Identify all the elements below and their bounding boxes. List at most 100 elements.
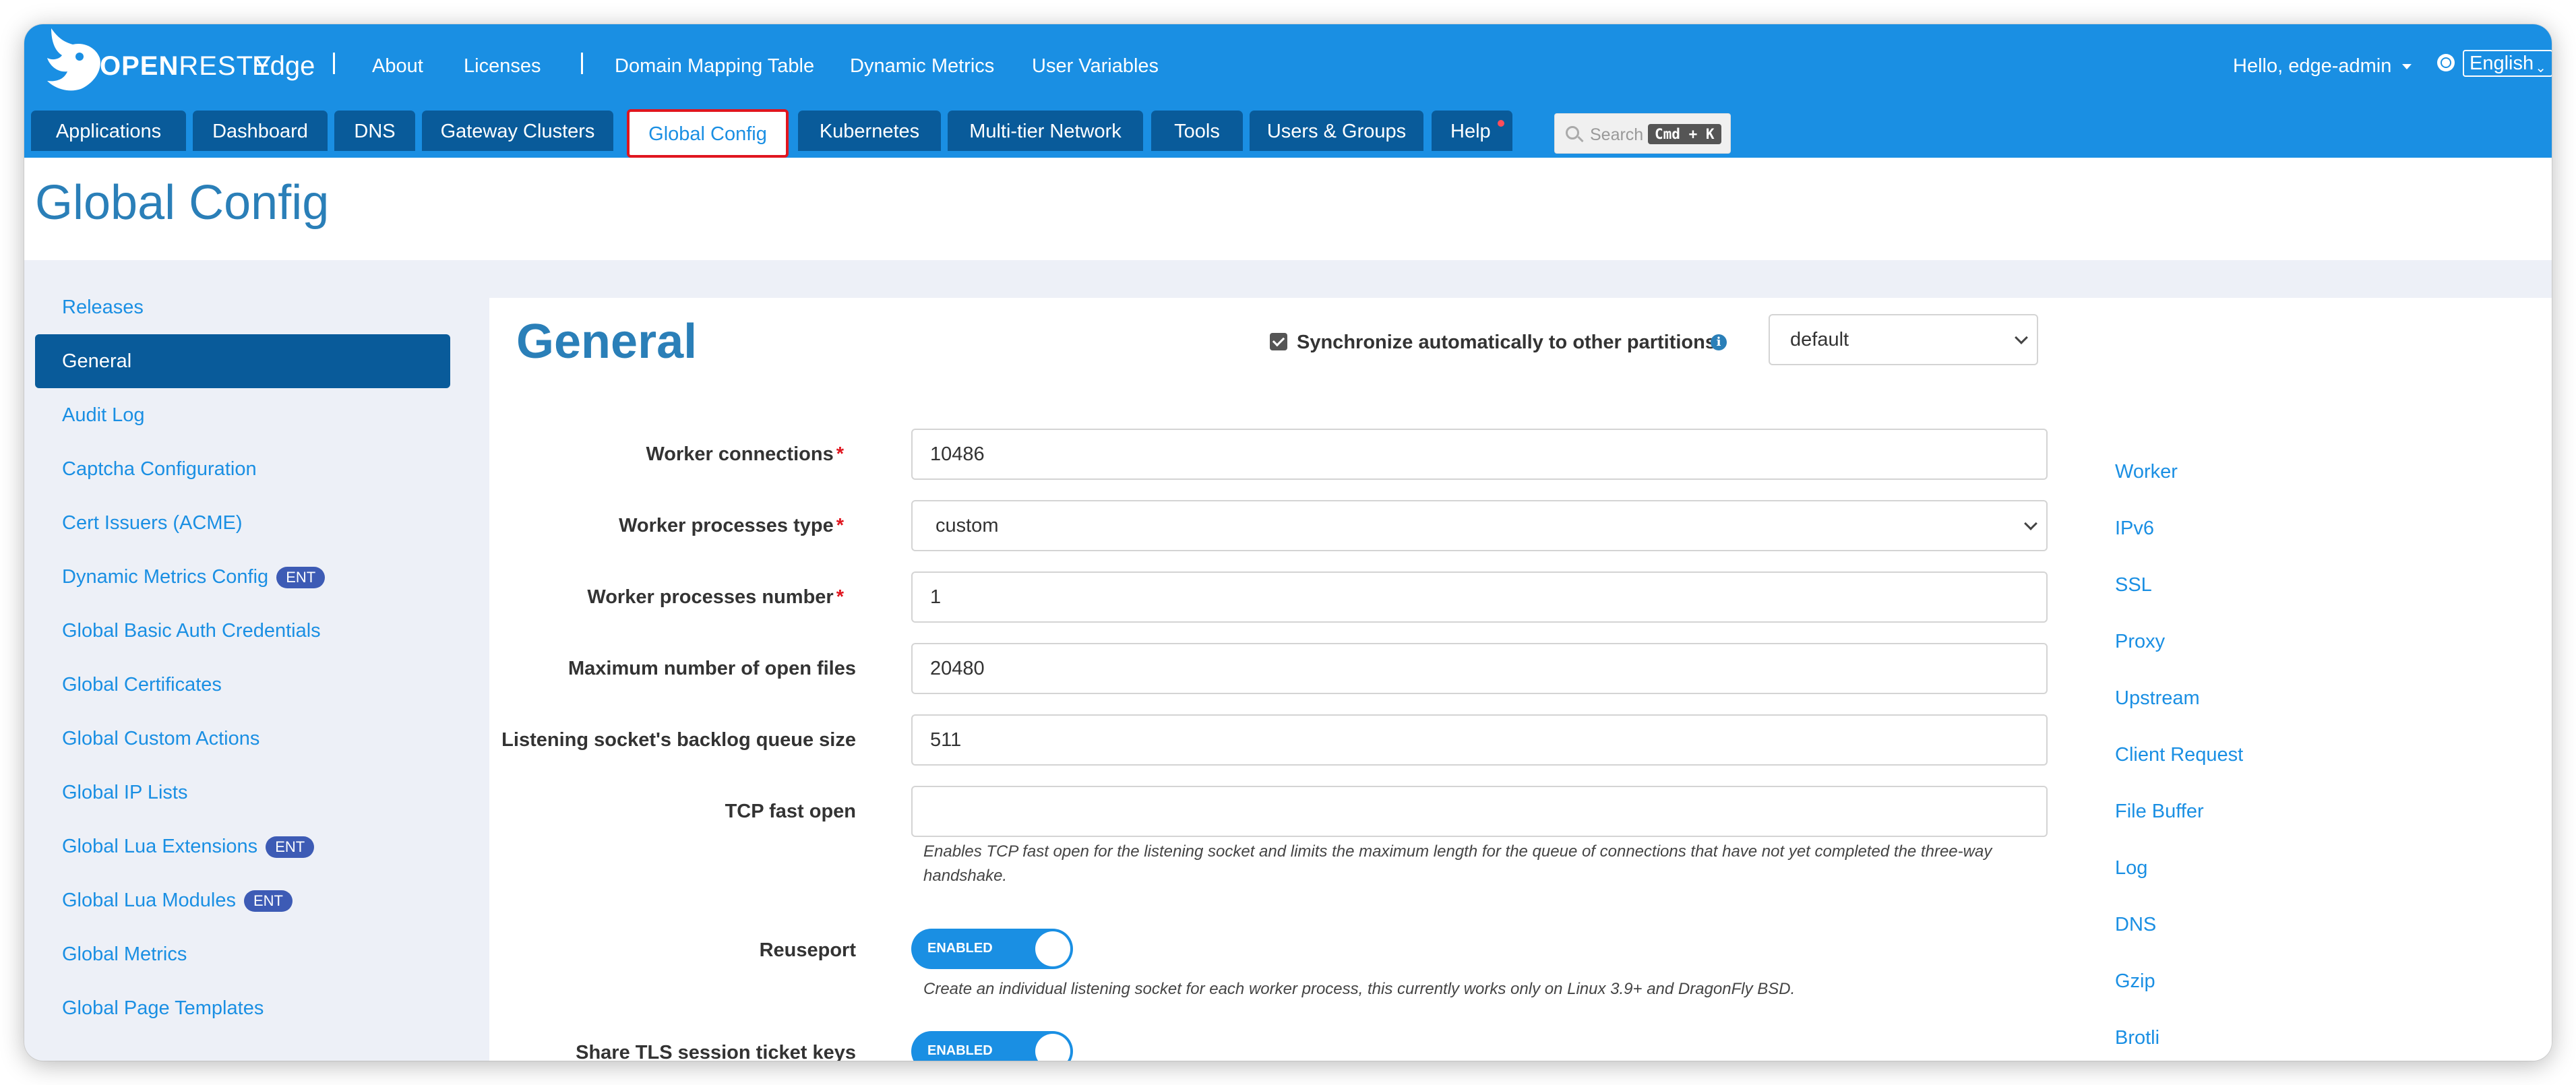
tab-users-groups[interactable]: Users & Groups [1250,111,1423,151]
required-marker: * [836,515,844,536]
tab-tools[interactable]: Tools [1151,111,1243,151]
toggle-label: ENABLED [927,941,993,956]
language-select[interactable]: English ⌄ [2463,50,2552,77]
logo-wordmark: OPENRESTY [100,51,272,81]
sidebar: Releases General Audit Log Captcha Confi… [24,260,489,1061]
sidebar-item-captcha-configuration[interactable]: Captcha Configuration [35,442,450,496]
tab-kubernetes[interactable]: Kubernetes [798,111,941,151]
page-title: Global Config [35,176,330,230]
tab-dashboard[interactable]: Dashboard [193,111,328,151]
sidebar-item-releases[interactable]: Releases [35,280,450,334]
nav-user-variables[interactable]: User Variables [1032,55,1159,78]
sidebar-item-global-lua-extensions[interactable]: Global Lua Extensions ENT [35,819,450,873]
sidebar-item-global-custom-actions[interactable]: Global Custom Actions [35,712,450,766]
logo-product-name: Edge [252,51,315,81]
top-header: OPENRESTY Edge About Licenses Domain Map… [24,24,2552,158]
help-text: Enables TCP fast open for the listening … [923,842,1992,885]
tab-global-config[interactable]: Global Config [627,109,789,158]
tab-dns[interactable]: DNS [334,111,415,151]
nav-separator [333,53,335,74]
anchor-log[interactable]: Log [2115,857,2147,879]
search-icon [1566,126,1579,140]
chevron-down-icon: ⌄ [2535,61,2546,75]
partition-select[interactable]: default [1769,314,2038,365]
sidebar-item-global-ip-lists[interactable]: Global IP Lists [35,766,450,819]
toggle-label: ENABLED [927,1043,993,1058]
anchor-file-buffer[interactable]: File Buffer [2115,801,2204,823]
field-label: Worker processes number * [587,586,844,608]
tab-applications[interactable]: Applications [31,111,186,151]
nav-dynamic-metrics[interactable]: Dynamic Metrics [850,55,994,78]
field-label: Share TLS session ticket keys [576,1042,856,1061]
ent-badge: ENT [243,890,293,912]
max-open-files-input[interactable]: 20480 [911,643,2048,694]
worker-connections-input[interactable]: 10486 [911,429,2048,480]
sidebar-item-global-page-templates[interactable]: Global Page Templates [35,981,450,1035]
general-panel: General Synchronize automatically to oth… [489,298,2552,1061]
anchor-proxy[interactable]: Proxy [2115,631,2165,653]
sync-checkbox[interactable] [1270,333,1287,350]
nav-domain-mapping-table[interactable]: Domain Mapping Table [615,55,814,78]
field-label: Worker connections * [646,443,844,465]
nav-about[interactable]: About [372,55,423,78]
field-label: Maximum number of open files [568,658,856,679]
partition-value: default [1790,329,1849,350]
anchor-brotli[interactable]: Brotli [2115,1027,2159,1049]
sidebar-item-label: Dynamic Metrics Config [62,566,269,588]
user-greeting: Hello, edge-admin [2233,55,2392,77]
required-marker: * [836,586,844,608]
reuseport-toggle[interactable]: ENABLED [911,929,1073,969]
language-value: English [2470,53,2534,74]
worker-processes-type-select[interactable]: custom [911,500,2048,551]
sidebar-item-global-metrics[interactable]: Global Metrics [35,927,450,981]
search-box[interactable]: Search Cmd + K [1554,113,1731,154]
anchor-client-request[interactable]: Client Request [2115,744,2243,766]
nav-separator [581,53,583,74]
section-title: General [516,315,698,369]
notification-dot [1498,120,1504,127]
field-label: Worker processes type * [619,515,844,536]
toggle-knob [1035,931,1070,966]
tab-multi-tier-network[interactable]: Multi-tier Network [948,111,1143,151]
anchor-gzip[interactable]: Gzip [2115,970,2155,993]
field-label: Reuseport [759,939,856,961]
globe-icon [2437,54,2455,71]
tab-help[interactable]: Help [1432,111,1512,151]
field-label: TCP fast open [725,801,856,822]
caret-down-icon [2402,64,2412,70]
nav-licenses[interactable]: Licenses [464,55,541,78]
anchor-ssl[interactable]: SSL [2115,574,2152,596]
help-text: Create an individual listening socket fo… [923,980,1796,998]
sidebar-item-global-basic-auth-credentials[interactable]: Global Basic Auth Credentials [35,604,450,658]
share-tls-toggle[interactable]: ENABLED [911,1031,1073,1061]
page-header: Global Config [24,158,2552,260]
ent-badge: ENT [276,567,326,589]
select-value: custom [936,515,999,536]
field-label: Listening socket's backlog queue size [501,729,856,751]
tab-gateway-clusters[interactable]: Gateway Clusters [422,111,613,151]
search-placeholder: Search [1590,125,1644,144]
openresty-logo[interactable]: OPENRESTY Edge [38,24,315,98]
backlog-queue-size-input[interactable]: 511 [911,714,2048,766]
anchor-upstream[interactable]: Upstream [2115,687,2200,710]
anchor-dns[interactable]: DNS [2115,914,2156,936]
user-menu[interactable]: Hello, edge-admin [2233,55,2412,78]
info-icon[interactable]: i [1711,334,1727,350]
sidebar-item-label: Global Lua Extensions [62,836,258,857]
tab-help-label: Help [1450,121,1491,142]
anchor-worker[interactable]: Worker [2115,461,2178,483]
sidebar-item-global-lua-modules[interactable]: Global Lua Modules ENT [35,873,450,927]
sidebar-item-cert-issuers[interactable]: Cert Issuers (ACME) [35,496,450,550]
anchor-ipv6[interactable]: IPv6 [2115,518,2154,540]
sidebar-item-audit-log[interactable]: Audit Log [35,388,450,442]
worker-processes-number-input[interactable]: 1 [911,571,2048,623]
sidebar-item-global-certificates[interactable]: Global Certificates [35,658,450,712]
sidebar-item-dynamic-metrics-config[interactable]: Dynamic Metrics Config ENT [35,550,450,604]
sidebar-item-label: Global Lua Modules [62,890,236,911]
keyboard-shortcut: Cmd + K [1648,124,1721,144]
tcp-fast-open-input[interactable] [911,786,2048,837]
required-marker: * [836,443,844,465]
toggle-knob [1035,1034,1070,1061]
ent-badge: ENT [266,836,315,859]
sidebar-item-general[interactable]: General [35,334,450,388]
